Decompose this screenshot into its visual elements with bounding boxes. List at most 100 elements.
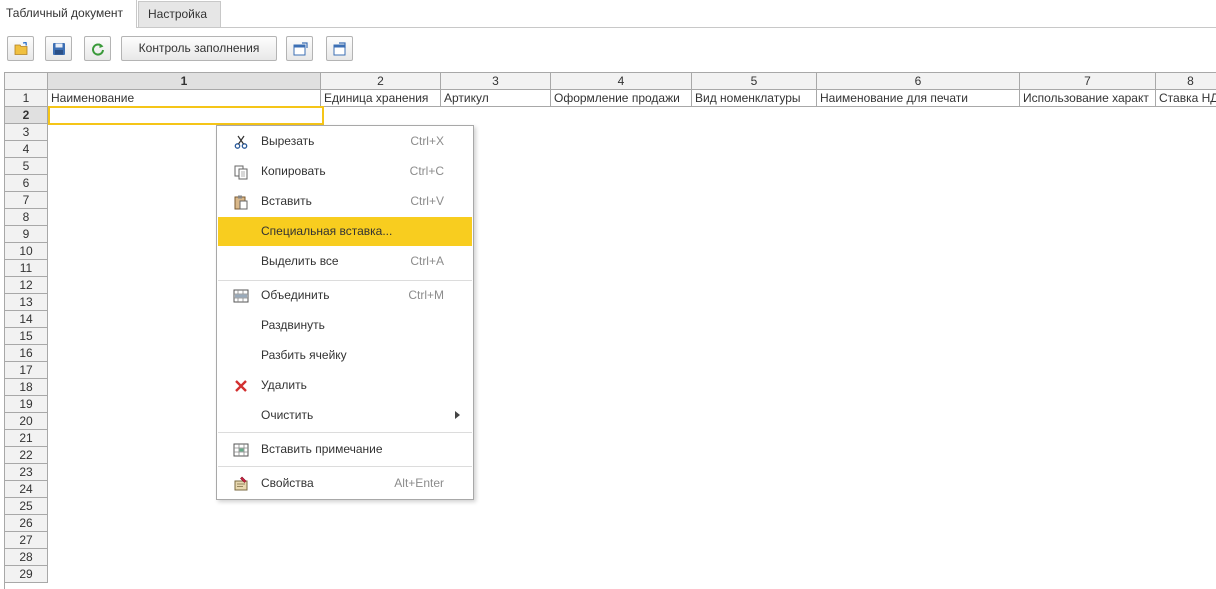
row-header[interactable]: 29 — [5, 566, 48, 583]
row-header[interactable]: 19 — [5, 396, 48, 413]
row-header[interactable]: 25 — [5, 498, 48, 515]
import-icon — [333, 42, 346, 56]
column-header-1[interactable]: 1 — [48, 73, 321, 90]
row-header[interactable]: 5 — [5, 158, 48, 175]
grid-corner[interactable] — [5, 73, 48, 90]
paste-icon — [234, 195, 248, 210]
export-button[interactable] — [286, 36, 313, 61]
properties-icon — [234, 476, 248, 491]
menu-item-insert-note[interactable]: Вставить примечание — [218, 435, 472, 464]
import-button[interactable] — [326, 36, 353, 61]
row-header[interactable]: 17 — [5, 362, 48, 379]
menu-separator — [218, 432, 472, 433]
cell-sale-header[interactable]: Оформление продажи — [551, 90, 692, 107]
column-header-8[interactable]: 8 — [1156, 73, 1216, 90]
menu-shortcut: Ctrl+A — [410, 254, 444, 268]
row-header[interactable]: 18 — [5, 379, 48, 396]
menu-label: Выделить все — [261, 254, 339, 268]
cell-article-header[interactable]: Артикул — [441, 90, 551, 107]
refresh-button[interactable] — [84, 36, 111, 61]
menu-shortcut: Ctrl+M — [408, 288, 444, 302]
tab-bar: Табличный документ Настройка — [0, 0, 1216, 28]
menu-item-copy[interactable]: Копировать Ctrl+C — [218, 157, 472, 186]
cell-print-name-header[interactable]: Наименование для печати — [817, 90, 1020, 107]
row-header[interactable]: 10 — [5, 243, 48, 260]
row-header[interactable]: 7 — [5, 192, 48, 209]
export-icon — [293, 42, 308, 56]
menu-item-paste[interactable]: Вставить Ctrl+V — [218, 187, 472, 216]
menu-label: Копировать — [261, 164, 326, 178]
row-header[interactable]: 6 — [5, 175, 48, 192]
tab-spreadsheet[interactable]: Табличный документ — [0, 0, 137, 28]
delete-icon — [235, 380, 247, 392]
menu-item-clear[interactable]: Очистить — [218, 401, 472, 430]
menu-shortcut: Alt+Enter — [394, 476, 444, 490]
cell-unit-header[interactable]: Единица хранения — [321, 90, 441, 107]
menu-shortcut: Ctrl+C — [409, 164, 444, 178]
menu-item-split-cell[interactable]: Разбить ячейку — [218, 341, 472, 370]
cell-kind-header[interactable]: Вид номенклатуры — [692, 90, 817, 107]
row-header[interactable]: 24 — [5, 481, 48, 498]
column-header-6[interactable]: 6 — [817, 73, 1020, 90]
menu-label: Вставить — [261, 194, 312, 208]
row-header[interactable]: 26 — [5, 515, 48, 532]
menu-item-properties[interactable]: Свойства Alt+Enter — [218, 469, 472, 498]
menu-label: Объединить — [261, 288, 330, 302]
note-icon — [233, 443, 249, 457]
menu-shortcut: Ctrl+V — [410, 194, 444, 208]
menu-label: Вырезать — [261, 134, 315, 148]
menu-label: Раздвинуть — [261, 318, 325, 332]
row-header[interactable]: 27 — [5, 532, 48, 549]
merge-cells-icon — [233, 289, 249, 303]
fill-control-button[interactable]: Контроль заполнения — [121, 36, 277, 61]
submenu-arrow-icon — [455, 411, 460, 419]
row-header[interactable]: 3 — [5, 124, 48, 141]
cell-characteristics-header[interactable]: Использование характ — [1020, 90, 1156, 107]
menu-item-paste-special[interactable]: Специальная вставка... — [218, 217, 472, 246]
column-header-2[interactable]: 2 — [321, 73, 441, 90]
menu-label: Удалить — [261, 378, 307, 392]
menu-item-unmerge[interactable]: Раздвинуть — [218, 311, 472, 340]
row-header[interactable]: 13 — [5, 294, 48, 311]
copy-icon — [234, 165, 248, 180]
row-header[interactable]: 14 — [5, 311, 48, 328]
open-button[interactable] — [7, 36, 34, 61]
selected-cell[interactable] — [48, 106, 324, 125]
tab-settings[interactable]: Настройка — [138, 1, 221, 27]
column-header-4[interactable]: 4 — [551, 73, 692, 90]
menu-label: Разбить ячейку — [261, 348, 347, 362]
save-button[interactable] — [45, 36, 72, 61]
row-header[interactable]: 23 — [5, 464, 48, 481]
row-header[interactable]: 12 — [5, 277, 48, 294]
menu-item-select-all[interactable]: Выделить все Ctrl+A — [218, 247, 472, 276]
menu-label: Свойства — [261, 476, 314, 490]
scissors-icon — [234, 135, 248, 149]
column-header-7[interactable]: 7 — [1020, 73, 1156, 90]
row-header[interactable]: 11 — [5, 260, 48, 277]
row-header[interactable]: 21 — [5, 430, 48, 447]
row-header[interactable]: 16 — [5, 345, 48, 362]
menu-item-delete[interactable]: Удалить — [218, 371, 472, 400]
folder-open-icon — [14, 42, 28, 55]
row-header[interactable]: 9 — [5, 226, 48, 243]
spreadsheet-grid[interactable]: 1 2 3 4 5 6 7 8 Наименование Единица хра… — [4, 72, 1216, 589]
row-header[interactable]: 15 — [5, 328, 48, 345]
row-header[interactable]: 4 — [5, 141, 48, 158]
row-header[interactable]: 28 — [5, 549, 48, 566]
menu-label: Вставить примечание — [261, 442, 383, 456]
column-header-5[interactable]: 5 — [692, 73, 817, 90]
row-header[interactable]: 8 — [5, 209, 48, 226]
menu-separator — [218, 466, 472, 467]
row-header[interactable]: 20 — [5, 413, 48, 430]
menu-shortcut: Ctrl+X — [410, 134, 444, 148]
save-icon — [53, 43, 65, 55]
row-header[interactable]: 1 — [5, 90, 48, 107]
cell-name-header[interactable]: Наименование — [48, 90, 321, 107]
menu-item-merge[interactable]: Объединить Ctrl+M — [218, 281, 472, 310]
row-header[interactable]: 2 — [5, 107, 48, 124]
cell-vat-header[interactable]: Ставка НДС — [1156, 90, 1216, 107]
column-header-3[interactable]: 3 — [441, 73, 551, 90]
menu-label: Очистить — [261, 408, 314, 422]
row-header[interactable]: 22 — [5, 447, 48, 464]
menu-item-cut[interactable]: Вырезать Ctrl+X — [218, 127, 472, 156]
